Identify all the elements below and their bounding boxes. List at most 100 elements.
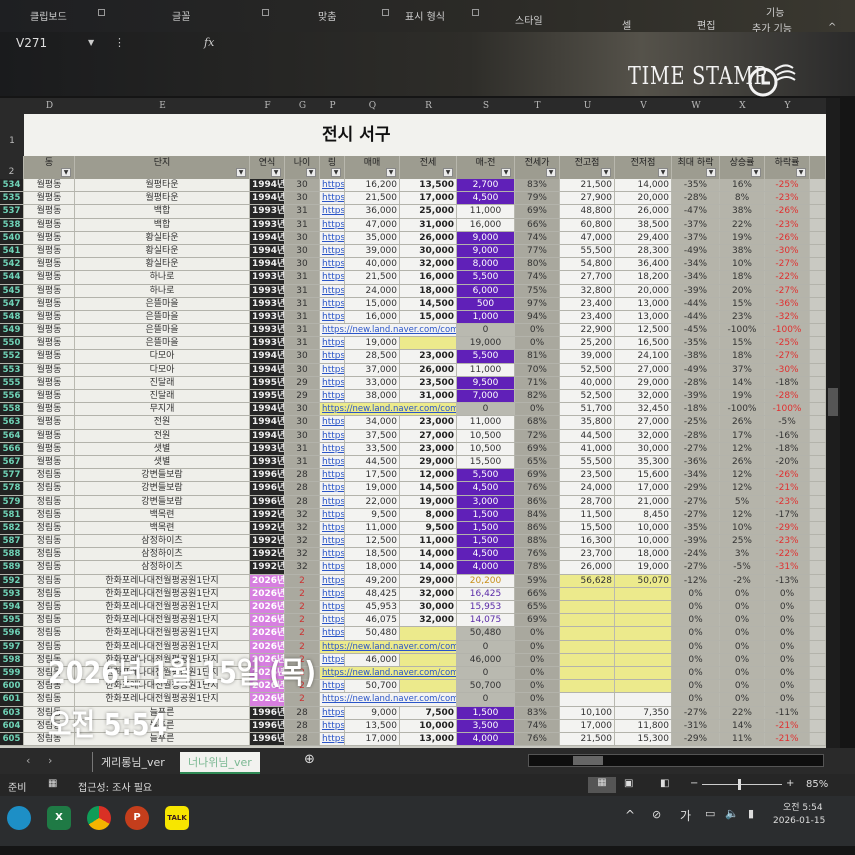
jeonse-ratio-cell[interactable]: 0%	[515, 403, 560, 416]
gap-cell[interactable]: 11,000	[457, 363, 515, 376]
peak-price-cell[interactable]: 52,500	[560, 390, 615, 403]
link-cell[interactable]: https	[320, 535, 345, 548]
prev-sheet-icon[interactable]: ‹	[18, 752, 38, 769]
rise-rate-cell[interactable]: 0%	[720, 640, 765, 653]
sale-price-cell[interactable]: 36,000	[345, 205, 400, 218]
link-cell[interactable]: https	[320, 416, 345, 429]
age-cell[interactable]: 31	[285, 455, 320, 469]
max-drop-cell[interactable]: 0%	[672, 693, 720, 706]
link-cell[interactable]: https	[320, 455, 345, 469]
gap-cell[interactable]: 0	[457, 403, 515, 416]
peak-price-cell[interactable]: 60,800	[560, 218, 615, 231]
link-cell[interactable]: https	[320, 680, 345, 693]
drop-rate-cell[interactable]: 0%	[765, 587, 810, 600]
dong-cell[interactable]: 정림동	[24, 508, 75, 521]
built-year-cell[interactable]: 2026년	[250, 627, 285, 640]
link-cell[interactable]: https	[320, 627, 345, 640]
age-cell[interactable]: 31	[285, 324, 320, 337]
sale-price-cell[interactable]: 11,000	[345, 521, 400, 535]
dong-cell[interactable]: 월평동	[24, 455, 75, 469]
page-break-view-icon[interactable]: ◧	[660, 778, 669, 789]
ribbon-group-number-format[interactable]: 표시 형식	[405, 8, 445, 23]
max-drop-cell[interactable]: -27%	[672, 442, 720, 455]
rise-rate-cell[interactable]: 17%	[720, 429, 765, 442]
link-cell[interactable]: https	[320, 614, 345, 627]
sale-price-cell[interactable]: 28,500	[345, 350, 400, 363]
column-letter-y[interactable]: Y	[765, 98, 810, 114]
peak-price-cell[interactable]: 23,400	[560, 297, 615, 310]
link-cell[interactable]: https	[320, 548, 345, 561]
jeonse-ratio-cell[interactable]: 0%	[515, 627, 560, 640]
low-price-cell[interactable]	[615, 587, 672, 600]
drop-rate-cell[interactable]: -5%	[765, 416, 810, 429]
drop-rate-cell[interactable]: 0%	[765, 614, 810, 627]
max-drop-cell[interactable]: -34%	[672, 469, 720, 482]
battery-icon[interactable]: ▮	[748, 807, 754, 820]
built-year-cell[interactable]: 1994년	[250, 192, 285, 205]
link-cell[interactable]: https	[320, 653, 345, 666]
jeonse-cell[interactable]: 31,000	[400, 218, 457, 231]
built-year-cell[interactable]: 1996년	[250, 706, 285, 719]
link-cell[interactable]: https://new.land.naver.com/comp	[320, 324, 457, 337]
rise-rate-cell[interactable]: 0%	[720, 627, 765, 640]
rise-rate-cell[interactable]: 8%	[720, 192, 765, 205]
age-cell[interactable]: 31	[285, 310, 320, 324]
rise-rate-cell[interactable]: 11%	[720, 732, 765, 746]
built-year-cell[interactable]: 1995년	[250, 376, 285, 389]
drop-rate-cell[interactable]: -26%	[765, 231, 810, 244]
rise-rate-cell[interactable]: 14%	[720, 376, 765, 389]
gap-cell[interactable]: 1,000	[457, 310, 515, 324]
zoom-slider[interactable]	[702, 779, 782, 790]
scroll-thumb[interactable]	[573, 756, 603, 765]
filter-dropdown-icon[interactable]: ▼	[331, 168, 341, 177]
sale-price-cell[interactable]: 9,000	[345, 706, 400, 719]
jeonse-cell[interactable]: 17,000	[400, 192, 457, 205]
drop-rate-cell[interactable]: -18%	[765, 376, 810, 389]
max-drop-cell[interactable]: -35%	[672, 521, 720, 535]
link-cell[interactable]: https	[320, 310, 345, 324]
gap-cell[interactable]: 1,500	[457, 535, 515, 548]
age-cell[interactable]: 32	[285, 561, 320, 574]
complex-cell[interactable]: 한화포레나대전월평공원1단지	[75, 614, 250, 627]
max-drop-cell[interactable]: -29%	[672, 732, 720, 746]
low-price-cell[interactable]: 32,450	[615, 403, 672, 416]
drop-rate-cell[interactable]: -28%	[765, 390, 810, 403]
peak-price-cell[interactable]: 55,500	[560, 244, 615, 258]
gap-cell[interactable]: 4,000	[457, 732, 515, 746]
age-cell[interactable]: 2	[285, 574, 320, 587]
sale-price-cell[interactable]: 21,500	[345, 271, 400, 284]
dong-cell[interactable]: 정림동	[24, 601, 75, 614]
sale-price-cell[interactable]: 12,500	[345, 535, 400, 548]
built-year-cell[interactable]: 1996년	[250, 719, 285, 732]
row-number[interactable]: 589	[0, 561, 24, 574]
built-year-cell[interactable]: 1993년	[250, 455, 285, 469]
sale-price-cell[interactable]: 44,500	[345, 455, 400, 469]
max-drop-cell[interactable]: -27%	[672, 706, 720, 719]
max-drop-cell[interactable]: 0%	[672, 627, 720, 640]
jeonse-ratio-cell[interactable]: 76%	[515, 482, 560, 495]
jeonse-cell[interactable]: 23,000	[400, 442, 457, 455]
peak-price-cell[interactable]: 41,000	[560, 442, 615, 455]
link-cell[interactable]: https	[320, 271, 345, 284]
complex-cell[interactable]: 진달래	[75, 376, 250, 389]
jeonse-cell[interactable]: 29,000	[400, 455, 457, 469]
peak-price-cell[interactable]: 23,400	[560, 310, 615, 324]
jeonse-ratio-cell[interactable]: 72%	[515, 429, 560, 442]
gap-cell[interactable]: 9,000	[457, 244, 515, 258]
jeonse-ratio-cell[interactable]: 83%	[515, 706, 560, 719]
filter-dropdown-icon[interactable]: ▼	[271, 168, 281, 177]
row-number[interactable]: 588	[0, 548, 24, 561]
horizontal-scrollbar[interactable]	[528, 754, 824, 767]
link-cell[interactable]: https	[320, 508, 345, 521]
complex-cell[interactable]: 백합	[75, 205, 250, 218]
age-cell[interactable]: 30	[285, 258, 320, 271]
peak-price-cell[interactable]: 24,000	[560, 482, 615, 495]
sale-price-cell[interactable]: 15,000	[345, 297, 400, 310]
age-cell[interactable]: 2	[285, 601, 320, 614]
jeonse-ratio-cell[interactable]: 78%	[515, 561, 560, 574]
dong-cell[interactable]: 월평동	[24, 205, 75, 218]
drop-rate-cell[interactable]: -32%	[765, 310, 810, 324]
powerpoint-app-icon[interactable]: P	[125, 806, 149, 830]
low-price-cell[interactable]	[615, 601, 672, 614]
dong-cell[interactable]: 월평동	[24, 337, 75, 350]
